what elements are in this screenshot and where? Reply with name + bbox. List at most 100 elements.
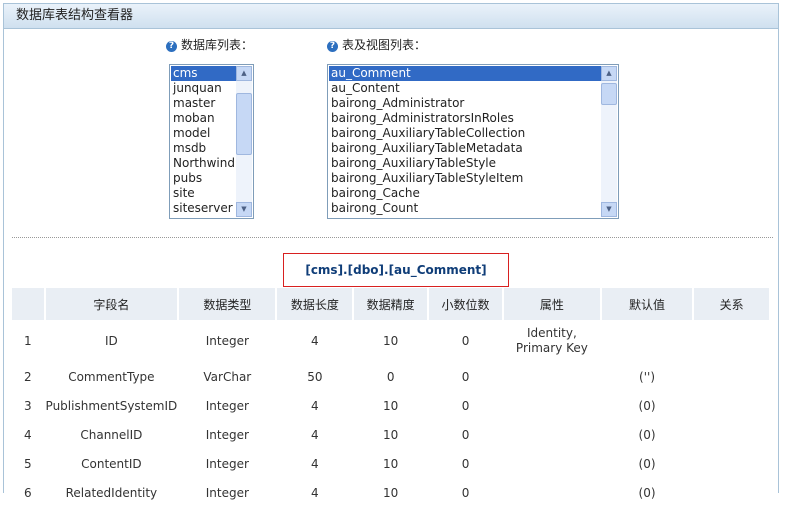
table-cell xyxy=(693,449,770,478)
table-cell xyxy=(503,420,601,449)
database-list-item[interactable]: site xyxy=(171,186,236,201)
db-list-label: ? 数据库列表： xyxy=(166,36,253,53)
table-cell: 10 xyxy=(383,427,399,442)
table-row: 4 ChannelID Integer 4 10 0 (0) xyxy=(12,420,770,449)
table-list-item[interactable]: au_Content xyxy=(329,81,601,96)
attribute-text: Identity, Primary Key xyxy=(515,326,588,355)
table-cell: 0 xyxy=(461,427,470,442)
table-list-item[interactable]: bairong_Administrator xyxy=(329,96,601,111)
table-list-item[interactable]: bairong_AuxiliaryTableStyle xyxy=(329,156,601,171)
table-cell: ('') xyxy=(639,369,656,384)
table-cell: Integer xyxy=(205,427,249,442)
database-list-item[interactable]: msdb xyxy=(171,141,236,156)
table-header-row: 字段名 数据类型 数据长度 数据精度 小数位数 属性 默认值 关系 xyxy=(12,288,771,320)
table-cell: 4 xyxy=(311,427,319,442)
column-header: 属性 xyxy=(502,288,602,320)
current-table-name: [cms].[dbo].[au_Comment] xyxy=(283,253,509,287)
table-cell: 4 xyxy=(24,427,32,442)
table-cell: ID xyxy=(105,334,118,348)
table-cell: 50 xyxy=(307,369,323,384)
table-list-item[interactable]: bairong_Cache xyxy=(329,186,601,201)
table-list-items[interactable]: au_Comment au_Content bairong_Administrato… xyxy=(329,66,601,216)
column-header: 小数位数 xyxy=(428,288,504,320)
column-header: 关系 xyxy=(693,288,771,320)
database-list-item[interactable]: pubs xyxy=(171,171,236,186)
database-list-scrollbar[interactable]: ▲ ▼ xyxy=(236,66,252,217)
table-cell: CommentType xyxy=(68,369,155,384)
database-listbox[interactable]: cms junquan master moban model msdb Northwind p… xyxy=(169,64,254,219)
table-cell: 4 xyxy=(311,334,319,348)
table-cell: ChannelID xyxy=(80,427,143,442)
table-cell: (0) xyxy=(638,427,656,442)
table-row: 3 PublishmentSystemID Integer 4 10 0 (0) xyxy=(12,391,770,420)
table-cell: 4 xyxy=(311,456,319,471)
column-header xyxy=(12,288,46,320)
table-cell xyxy=(693,362,770,391)
table-cell: 2 xyxy=(24,369,32,384)
table-cell xyxy=(503,391,601,420)
column-header: 数据长度 xyxy=(276,288,355,320)
table-list-item[interactable]: au_Comment xyxy=(329,66,601,81)
scroll-thumb[interactable] xyxy=(236,93,252,155)
table-list-scrollbar[interactable]: ▲ ▼ xyxy=(601,66,617,217)
table-cell xyxy=(693,420,770,449)
table-cell: (0) xyxy=(638,398,656,413)
table-list-label: ? 表及视图列表： xyxy=(327,36,426,53)
columns-table: 字段名 数据类型 数据长度 数据精度 小数位数 属性 默认值 关系 1 ID Integer 4 10… xyxy=(12,288,771,507)
table-cell: Integer xyxy=(205,456,249,471)
table-cell: (0) xyxy=(638,456,656,471)
database-list-item[interactable]: master xyxy=(171,96,236,111)
database-list-item[interactable]: model xyxy=(171,126,236,141)
table-cell: 10 xyxy=(383,456,399,471)
table-list-item[interactable]: bairong_AuxiliaryTableMetadata xyxy=(329,141,601,156)
table-cell: Identity, Primary Key xyxy=(503,320,601,362)
table-cell: 5 xyxy=(24,456,32,471)
table-cell xyxy=(503,449,601,478)
table-cell: 0 xyxy=(461,398,470,413)
table-cell xyxy=(693,391,770,420)
table-cell: 3 xyxy=(24,398,32,413)
table-row: 5 ContentID Integer 4 10 0 (0) xyxy=(12,449,770,478)
page-title: 数据库表结构查看器 xyxy=(4,4,778,29)
scroll-down-icon[interactable]: ▼ xyxy=(236,202,252,217)
scroll-thumb[interactable] xyxy=(601,83,617,105)
column-header: 默认值 xyxy=(600,288,695,320)
scroll-up-icon[interactable]: ▲ xyxy=(236,66,252,81)
column-header: 数据精度 xyxy=(353,288,430,320)
database-list-item[interactable]: cms xyxy=(171,66,236,81)
table-cell: VarChar xyxy=(203,369,252,384)
table-row: 2 CommentType VarChar 50 0 0 ('') xyxy=(12,362,770,391)
database-list-item[interactable]: moban xyxy=(171,111,236,126)
database-list-item[interactable]: Northwind xyxy=(171,156,236,171)
table-list-item[interactable]: bairong_AuxiliaryTableStyleItem xyxy=(329,171,601,186)
table-cell: 0 xyxy=(461,334,470,348)
table-cell: Integer xyxy=(205,334,249,348)
scroll-down-icon[interactable]: ▼ xyxy=(601,202,617,217)
table-cell xyxy=(601,320,693,362)
table-list-item[interactable]: bairong_AdministratorsInRoles xyxy=(329,111,601,126)
table-cell: 0 xyxy=(461,369,470,384)
table-cell: 10 xyxy=(383,398,399,413)
table-cell: 1 xyxy=(24,334,32,348)
column-header: 数据类型 xyxy=(178,288,278,320)
table-cell: ContentID xyxy=(81,456,142,471)
table-cell: 0 xyxy=(461,456,470,471)
database-list-item[interactable]: siteserver xyxy=(171,201,236,216)
column-header: 字段名 xyxy=(44,288,180,320)
table-list-item[interactable]: bairong_Count xyxy=(329,201,601,216)
database-list-items[interactable]: cms junquan master moban model msdb Northwind p… xyxy=(171,66,236,216)
table-cell xyxy=(693,320,770,362)
database-list-item[interactable]: junquan xyxy=(171,81,236,96)
table-cell: PublishmentSystemID xyxy=(45,398,178,413)
table-cell: 10 xyxy=(383,334,399,348)
table-row: 1 ID Integer 4 10 0 Identity, Primary Key xyxy=(12,320,770,362)
table-cell: Integer xyxy=(205,398,249,413)
help-icon[interactable]: ? xyxy=(327,41,338,52)
table-cell xyxy=(503,362,601,391)
table-list-item[interactable]: bairong_AuxiliaryTableCollection xyxy=(329,126,601,141)
table-listbox[interactable]: au_Comment au_Content bairong_Administrato… xyxy=(327,64,619,219)
table-cell: 0 xyxy=(386,369,395,384)
scroll-up-icon[interactable]: ▲ xyxy=(601,66,617,81)
table-cell: 4 xyxy=(311,398,319,413)
help-icon[interactable]: ? xyxy=(166,41,177,52)
